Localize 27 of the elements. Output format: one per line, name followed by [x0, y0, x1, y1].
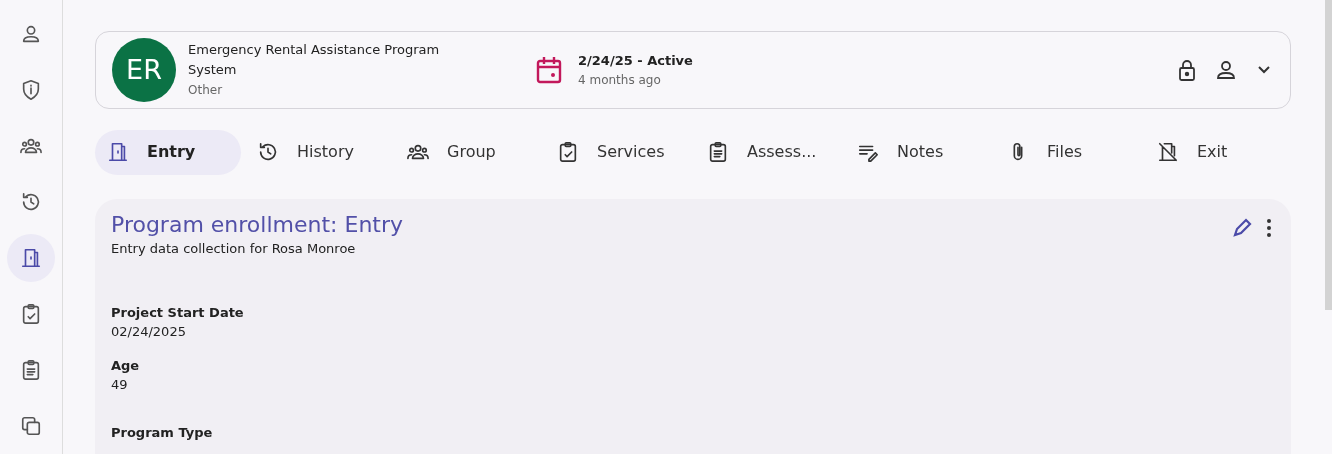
tab[interactable]: Entry: [95, 129, 241, 175]
clipboard-check-icon: [557, 141, 579, 164]
status-text: 2/24/25 - Active: [578, 52, 693, 71]
field-label: Age: [111, 356, 141, 375]
clipboard-icon: [707, 141, 729, 164]
scrollbar[interactable]: [1325, 0, 1332, 310]
category-text: Other: [188, 81, 224, 99]
field-label: Program Type: [111, 423, 214, 442]
field-value: 02/24/2025: [111, 323, 187, 341]
door-off-icon: [1157, 141, 1179, 164]
avatar: ER: [112, 37, 176, 102]
tab[interactable]: History: [245, 129, 391, 175]
calendar-icon: [536, 55, 562, 84]
tab[interactable]: Notes: [845, 129, 991, 175]
panel-title: Program enrollment: Entry: [111, 211, 403, 239]
tab[interactable]: Assess...: [695, 129, 841, 175]
tab[interactable]: Exit: [1145, 129, 1291, 175]
relative-time: 4 months ago: [578, 71, 662, 89]
panel-subtitle: Entry data collection for Rosa Monroe: [111, 240, 357, 258]
tab[interactable]: Services: [545, 129, 691, 175]
door-icon: [107, 141, 129, 164]
tab[interactable]: Files: [995, 129, 1141, 175]
field-value: 49: [111, 376, 129, 394]
tab[interactable]: Group: [395, 129, 541, 175]
door-icon[interactable]: [7, 234, 55, 282]
field-label: Project Start Date: [111, 303, 245, 322]
program-name: Emergency Rental Assistance Program System: [188, 40, 441, 79]
